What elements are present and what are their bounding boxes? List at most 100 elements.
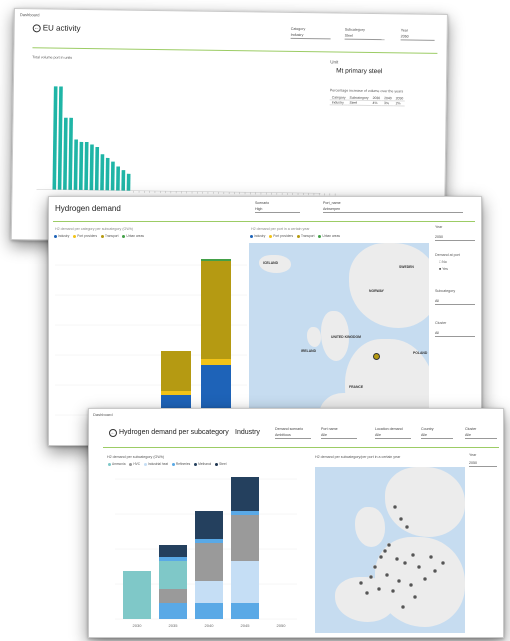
port-marker bbox=[412, 594, 418, 600]
x-tick-label: 2045 bbox=[241, 623, 251, 628]
page-title: EU activity bbox=[42, 23, 81, 33]
map-title: H2 demand per port in a certain year bbox=[251, 227, 310, 231]
page-subtitle: Industry bbox=[235, 429, 260, 436]
bar-segment bbox=[195, 543, 223, 581]
map-label: FRANCE bbox=[349, 385, 364, 389]
back-arrow-icon[interactable]: ← bbox=[109, 429, 117, 437]
port-marker bbox=[402, 560, 408, 566]
scenario-filter[interactable]: Scenario High bbox=[255, 201, 300, 213]
category-filter[interactable]: Category Industry bbox=[290, 27, 331, 40]
port-marker bbox=[384, 572, 390, 578]
bar bbox=[121, 170, 126, 191]
map-legend: Industry Port providers Transport Urban … bbox=[247, 234, 340, 238]
option-yes[interactable]: ■ Yes bbox=[439, 267, 448, 271]
chart-title: H2 demand per subcategory (GWh) bbox=[107, 455, 164, 459]
port-marker bbox=[440, 560, 446, 566]
header-divider bbox=[103, 447, 499, 448]
chart-title: H2 demand per category per subcategory (… bbox=[55, 227, 133, 231]
bar bbox=[57, 86, 63, 190]
location-demand-filter[interactable]: Location demand Alle bbox=[375, 427, 411, 439]
demand-scenario-filter[interactable]: Demand scenario Ambitious bbox=[275, 427, 311, 439]
port-marker bbox=[364, 590, 370, 596]
cluster-filter[interactable]: All bbox=[435, 329, 475, 337]
bar bbox=[78, 141, 84, 190]
breadcrumb: Dashboard bbox=[19, 12, 40, 18]
map-label: SWEDEN bbox=[399, 265, 414, 269]
bar-segment bbox=[231, 561, 259, 603]
x-tick-label: 2030 bbox=[133, 623, 143, 628]
port-marker bbox=[394, 556, 400, 562]
bar-segment bbox=[195, 581, 223, 603]
port-marker bbox=[404, 524, 410, 530]
country-filter[interactable]: Country Alle bbox=[421, 427, 453, 439]
bar bbox=[110, 161, 115, 191]
port-marker bbox=[398, 516, 404, 522]
pct-table: Category Subcategory 2030 2040 2050 Industry… bbox=[329, 95, 406, 106]
year-filter[interactable]: Year 2050 bbox=[400, 28, 435, 41]
europe-map[interactable] bbox=[315, 467, 465, 633]
cluster-label: Cluster bbox=[435, 321, 447, 325]
bar-segment bbox=[159, 557, 187, 561]
port-marker bbox=[372, 564, 378, 570]
port-marker bbox=[390, 588, 396, 594]
port-marker bbox=[386, 542, 392, 548]
port-marker bbox=[382, 548, 388, 554]
bar-segment bbox=[201, 259, 231, 261]
map-label: NORWAY bbox=[369, 289, 384, 293]
subcategory-filter[interactable]: Subcategory Steel bbox=[344, 28, 385, 41]
port-marker bbox=[392, 504, 398, 510]
year-filter[interactable]: 2050 bbox=[435, 233, 475, 241]
port-marker bbox=[378, 554, 384, 560]
h2-subcategory-chart: 2030 2035 2040 2045 2050 bbox=[115, 477, 297, 628]
map-land bbox=[349, 243, 429, 328]
chart-legend: Industry Port providers Transport Urban … bbox=[51, 234, 144, 238]
bar bbox=[126, 173, 131, 191]
map-label: ICELAND bbox=[263, 261, 279, 265]
bar bbox=[84, 142, 89, 191]
bar bbox=[89, 144, 94, 191]
bar-segment bbox=[195, 511, 223, 539]
pct-title: Percentage increase of volume over the y… bbox=[329, 88, 404, 94]
bar bbox=[68, 117, 73, 190]
cluster-filter[interactable]: Cluster Alle bbox=[465, 427, 497, 439]
bar-segment bbox=[231, 515, 259, 561]
bar-segment bbox=[231, 477, 259, 511]
breadcrumb: Dashboard bbox=[93, 412, 113, 417]
bar bbox=[73, 139, 78, 190]
bar-segment bbox=[123, 571, 151, 619]
chart-legend: Ammonia HVC Industrial heat Refineries M… bbox=[105, 462, 226, 466]
bar-segment bbox=[195, 603, 223, 619]
port-name-filter[interactable]: Port_name Antwerpen bbox=[323, 201, 463, 213]
bar bbox=[100, 154, 105, 191]
bar-segment bbox=[159, 589, 187, 603]
port-marker bbox=[368, 574, 374, 580]
port-marker bbox=[428, 554, 434, 560]
port-marker bbox=[422, 576, 428, 582]
port-markers[interactable] bbox=[315, 467, 465, 633]
port-name-filter[interactable]: Port name Alle bbox=[321, 427, 357, 439]
bar-segment bbox=[159, 603, 187, 619]
map-title: H2 demand per subcategory/per port in a … bbox=[315, 455, 401, 459]
chart-title: Total volume port in units bbox=[32, 55, 73, 60]
port-marker[interactable] bbox=[373, 353, 380, 360]
h2-subcategory-panel: Dashboard ← Hydrogen demand per subcateg… bbox=[88, 408, 504, 638]
port-marker bbox=[396, 578, 402, 584]
header-divider bbox=[53, 221, 475, 222]
port-marker bbox=[416, 564, 422, 570]
page-title: Hydrogen demand per subcategory bbox=[119, 429, 229, 436]
x-tick-label: 2040 bbox=[205, 623, 215, 628]
back-arrow-icon[interactable]: ← bbox=[32, 24, 41, 33]
bar-segment bbox=[201, 359, 231, 365]
port-marker bbox=[408, 582, 414, 588]
bar-segment bbox=[201, 261, 231, 359]
option-no[interactable]: □ No bbox=[439, 260, 447, 264]
subcategory-filter[interactable]: All bbox=[435, 297, 475, 305]
map-label: UNITED KINGDOM bbox=[331, 335, 361, 339]
bar-segment bbox=[231, 603, 259, 619]
year-label: Year bbox=[469, 453, 477, 457]
x-tick-label: 2050 bbox=[277, 623, 287, 628]
header-divider bbox=[32, 47, 438, 54]
eu-volume-chart bbox=[36, 86, 336, 196]
year-filter[interactable]: 2050 bbox=[469, 459, 497, 467]
unit-value: Mt primary steel bbox=[336, 67, 383, 76]
